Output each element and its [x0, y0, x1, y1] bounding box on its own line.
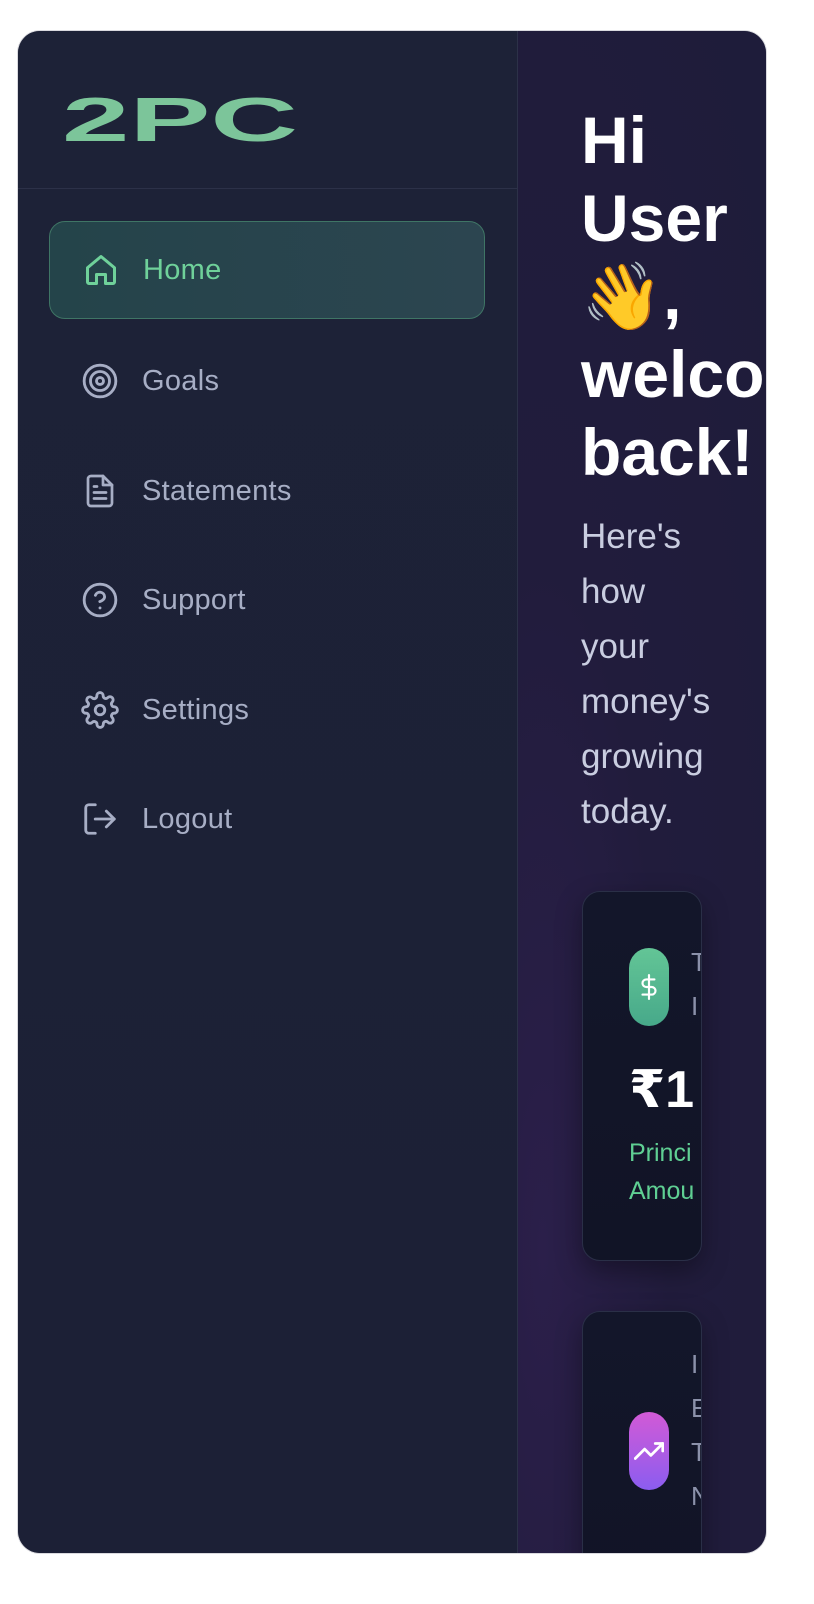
logout-icon — [80, 799, 120, 839]
sidebar-item-goals[interactable]: Goals — [49, 332, 485, 430]
card-amount: ₹1 — [629, 1061, 695, 1119]
subtitle-line: how — [581, 572, 646, 611]
sidebar-item-home[interactable]: Home — [49, 221, 485, 319]
welcome-line: back! — [581, 415, 754, 489]
brand-logo-text: 2PC — [62, 85, 298, 149]
sidebar-item-logout[interactable]: Logout — [49, 770, 485, 868]
sidebar-item-settings[interactable]: Settings — [49, 661, 485, 759]
brand-logo[interactable]: 2PC — [62, 69, 302, 149]
subtitle-line: your — [581, 627, 650, 666]
subtitle-line: Here's — [581, 517, 682, 556]
sidebar-item-label: Settings — [142, 693, 250, 726]
sidebar-item-statements[interactable]: Statements — [49, 442, 485, 540]
logo-area: 2PC — [18, 31, 518, 189]
subtitle-line: growing — [581, 737, 704, 776]
help-circle-icon — [80, 580, 120, 620]
returns-card[interactable]: I E T N — [582, 1311, 702, 1553]
main-content: Hi User 👋, welco back! Here's how your m… — [518, 31, 766, 1553]
welcome-subtitle: Here's how your money's growing today. — [581, 509, 751, 839]
welcome-line: User — [581, 181, 728, 255]
sidebar-item-label: Statements — [142, 474, 292, 507]
sidebar-item-label: Goals — [142, 364, 220, 397]
card-title-fragment: I E T N — [691, 1349, 701, 1511]
document-icon — [80, 471, 120, 511]
sidebar-item-label: Support — [142, 583, 246, 616]
app-window: 2PC Home Goals Statements Support Settin… — [18, 31, 766, 1553]
dollar-icon — [629, 948, 669, 1026]
card-title-fragment: T I — [691, 947, 701, 1021]
home-icon — [81, 250, 121, 290]
welcome-line: Hi — [581, 103, 647, 177]
welcome-heading: Hi User 👋, welco back! — [581, 101, 766, 491]
target-icon — [80, 361, 120, 401]
card-subtitle: Princi Amou — [629, 1139, 695, 1205]
sidebar: 2PC Home Goals Statements Support Settin… — [18, 31, 518, 1553]
sidebar-item-label: Logout — [142, 802, 233, 835]
sidebar-item-support[interactable]: Support — [49, 551, 485, 649]
trending-up-icon — [629, 1412, 669, 1490]
gear-icon — [80, 690, 120, 730]
subtitle-line: money's — [581, 682, 711, 721]
sidebar-item-label: Home — [143, 253, 222, 286]
welcome-line: 👋, — [581, 259, 682, 333]
principal-card[interactable]: T I ₹1 Princi Amou — [582, 891, 702, 1261]
welcome-line: welco — [581, 337, 765, 411]
subtitle-line: today. — [581, 792, 674, 831]
